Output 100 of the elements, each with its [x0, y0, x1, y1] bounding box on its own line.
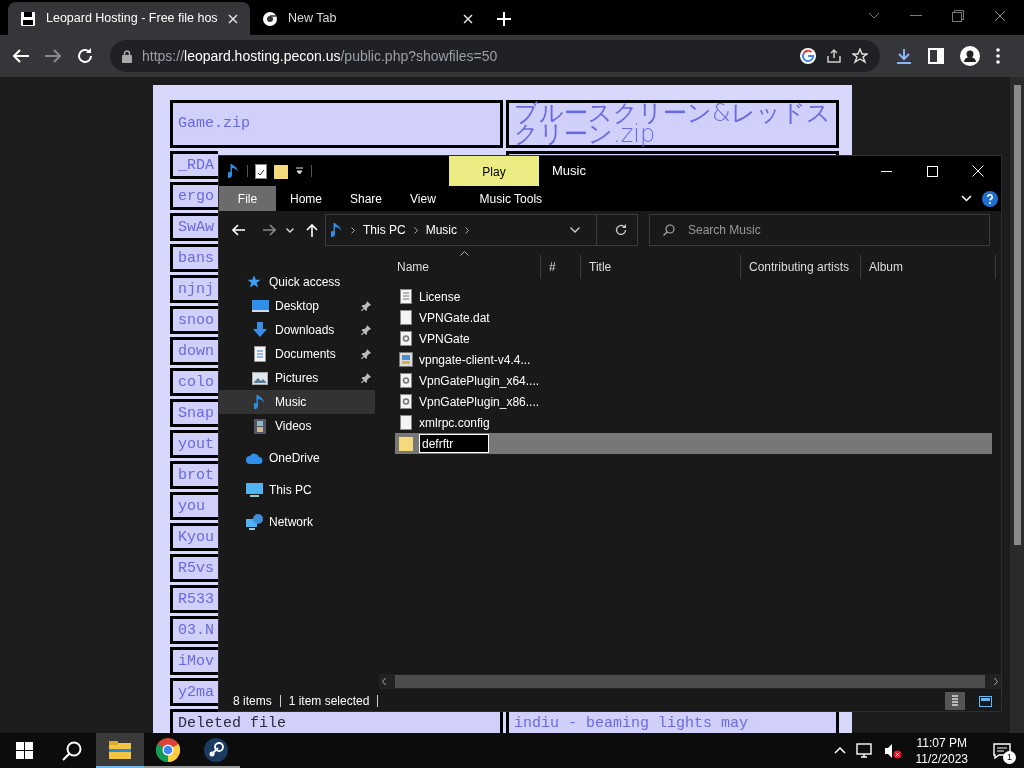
steam-icon [204, 737, 228, 762]
sort-caret-icon[interactable] [460, 251, 469, 256]
details-view-button[interactable] [945, 692, 965, 710]
windows-start-icon[interactable] [15, 742, 33, 759]
folder-icon [109, 740, 131, 759]
rename-field[interactable]: defrftr [419, 434, 489, 453]
file-row[interactable]: License [395, 286, 992, 307]
file-row[interactable]: vpngate-client-v4.4... [395, 349, 992, 370]
computer-icon [245, 482, 263, 498]
restore-icon[interactable] [952, 9, 964, 22]
text-file-icon [400, 289, 412, 304]
music-note-icon [331, 222, 343, 238]
taskbar-app[interactable] [96, 733, 144, 768]
play-tab-header[interactable]: Play [449, 156, 539, 186]
nav-item[interactable]: Downloads [219, 318, 375, 342]
properties-icon[interactable] [255, 163, 267, 179]
close-icon[interactable] [994, 9, 1006, 22]
help-icon[interactable] [982, 190, 998, 207]
notification-badge: 1 [1003, 750, 1016, 764]
tab-title: New Tab [288, 10, 338, 28]
url-text: https://leopard.hosting.pecon.us/public.php?showfiles=50 [142, 46, 499, 66]
new-tab-icon[interactable] [497, 11, 511, 26]
folder-icon [399, 436, 413, 451]
ribbon-tab[interactable]: Share [336, 186, 397, 211]
tray-caret-icon[interactable] [833, 747, 846, 754]
dropdown-icon[interactable] [295, 166, 304, 176]
maximize-icon[interactable] [926, 165, 938, 177]
star-icon [247, 275, 261, 289]
pin-icon [361, 325, 371, 335]
chevron-right-icon [465, 226, 470, 234]
column-header[interactable]: Name [389, 255, 541, 279]
nav-item[interactable]: Network [219, 510, 379, 534]
search-field[interactable]: Search Music [649, 214, 990, 246]
address-bar[interactable]: https://leopard.hosting.pecon.us/public.php?showfiles=50 [110, 40, 880, 72]
nav-item[interactable]: Pictures [219, 366, 375, 390]
column-header[interactable]: # [541, 255, 581, 279]
pin-icon [361, 301, 371, 311]
side-panel-icon[interactable] [928, 48, 944, 64]
details-view-icon [952, 695, 958, 707]
star-icon[interactable] [852, 48, 868, 64]
settings-file-icon [400, 331, 412, 346]
chevron-down-icon[interactable] [570, 227, 580, 233]
recent-locations-icon[interactable] [286, 227, 294, 233]
pin-icon [361, 373, 371, 383]
google-icon[interactable] [800, 48, 816, 64]
forward-icon[interactable] [262, 224, 276, 236]
tiles-view-icon[interactable] [978, 695, 992, 707]
nav-item[interactable]: Videos [219, 414, 375, 438]
status-text: 8 items [233, 693, 272, 710]
nav-item[interactable]: OneDrive [219, 446, 379, 470]
file-row[interactable]: VpnGatePlugin_x64.... [395, 370, 992, 391]
browser-tab[interactable]: Leopard Hosting - Free file hos [8, 2, 250, 35]
ribbon-tab[interactable]: View [396, 186, 450, 211]
search-icon[interactable] [62, 740, 82, 761]
minimize-icon[interactable] [880, 170, 892, 172]
volume-muted-icon[interactable] [883, 742, 902, 759]
horizontal-scrollbar[interactable] [379, 674, 1001, 689]
column-header[interactable]: Contributing artists [741, 255, 861, 279]
page-scrollbar[interactable] [1010, 77, 1024, 733]
file-row[interactable]: VPNGate [395, 328, 992, 349]
download-icon[interactable] [896, 48, 912, 64]
music-note-icon[interactable] [228, 163, 240, 179]
nav-item[interactable]: Desktop [219, 294, 375, 318]
file-row[interactable]: VpnGatePlugin_x86.... [395, 391, 992, 412]
clock-time[interactable]: 11:07 PM [916, 734, 967, 751]
address-field[interactable]: This PC Music [325, 214, 638, 246]
ribbon-tab[interactable]: Home [276, 186, 336, 211]
column-header[interactable]: Title [581, 255, 741, 279]
clock-date[interactable]: 11/2/2023 [915, 750, 968, 767]
share-icon[interactable] [826, 48, 842, 64]
profile-icon[interactable] [960, 46, 980, 66]
file-row[interactable]: VPNGate.dat [395, 307, 992, 328]
ribbon-tab[interactable]: Music Tools [465, 186, 556, 211]
new-folder-icon[interactable] [274, 163, 288, 179]
breadcrumb-item[interactable]: This PC [363, 221, 406, 239]
music-note-icon [254, 394, 266, 410]
file-name: vpngate-client-v4.4... [419, 351, 531, 369]
notification-icon[interactable] [993, 742, 1011, 759]
network-icon[interactable] [855, 742, 874, 759]
nav-item[interactable]: Quick access [219, 270, 379, 294]
chevron-right-icon [351, 226, 355, 234]
back-icon[interactable] [232, 224, 246, 236]
nav-item[interactable]: Music [219, 390, 375, 414]
window-title: Music [552, 162, 586, 181]
network-icon [245, 514, 263, 530]
reload-icon[interactable] [76, 47, 94, 65]
refresh-icon[interactable] [615, 224, 627, 236]
nav-item[interactable]: This PC [219, 478, 379, 502]
file-row[interactable]: defrftr [395, 433, 992, 454]
file-row[interactable]: xmlrpc.config [395, 412, 992, 433]
menu-icon[interactable] [996, 48, 1000, 64]
back-icon[interactable] [12, 48, 30, 64]
nav-item[interactable]: Documents [219, 342, 375, 366]
up-icon[interactable] [306, 223, 318, 237]
file-name: VPNGate [419, 330, 470, 348]
breadcrumb-item[interactable]: Music [425, 221, 458, 239]
file-name: License [419, 288, 461, 306]
forward-icon[interactable] [44, 48, 62, 64]
lock-icon [122, 49, 132, 63]
column-header[interactable]: Album [861, 255, 996, 279]
